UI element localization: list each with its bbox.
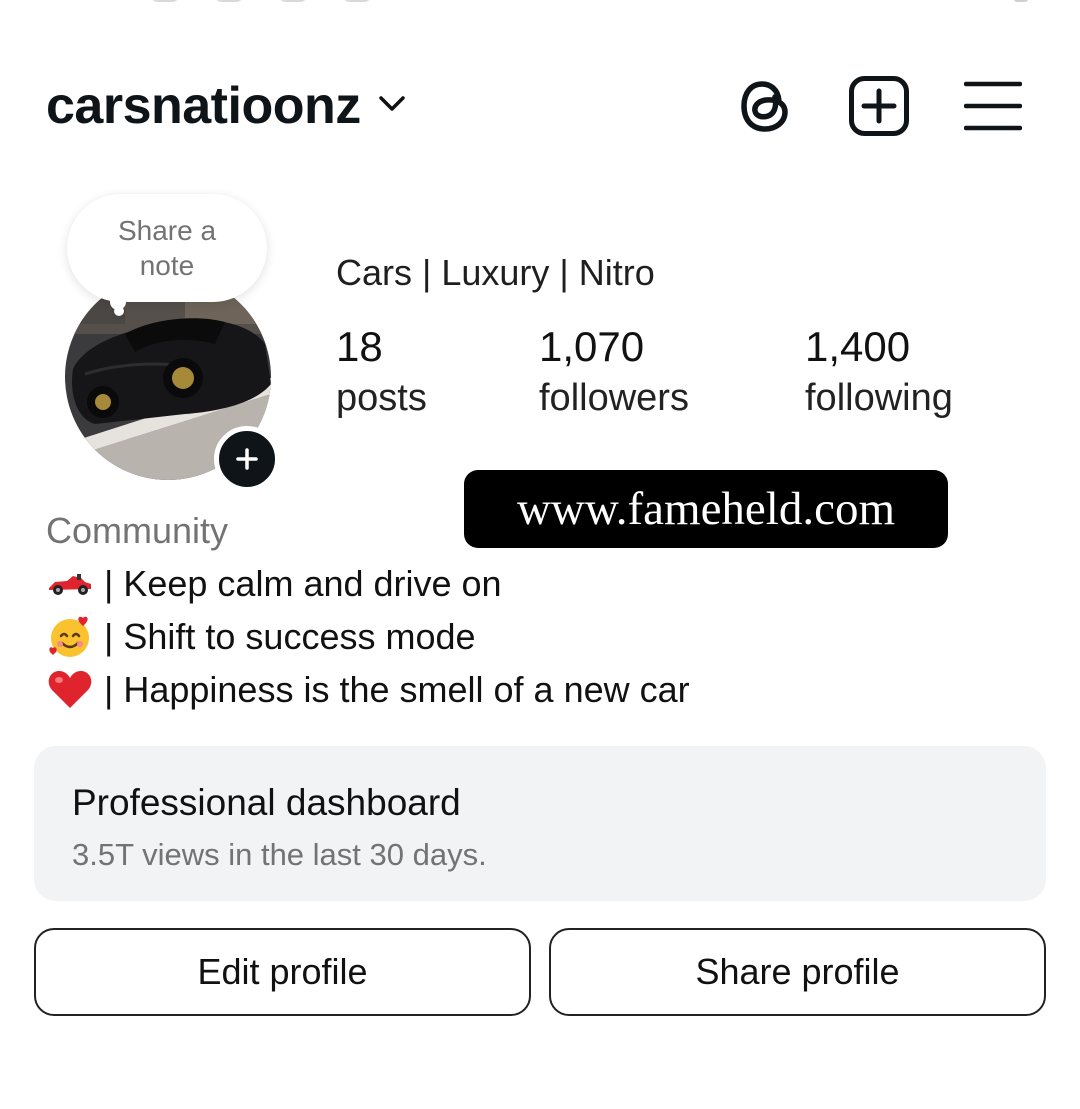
note-prompt-line: Share a bbox=[117, 215, 217, 246]
stat-value: 1,070 bbox=[539, 323, 645, 370]
profile-summary: Share a note Cars | Luxury | Nitro 18 po… bbox=[46, 190, 1020, 492]
chevron-down-icon bbox=[377, 94, 407, 119]
note-bubble-dot bbox=[114, 306, 124, 316]
professional-dashboard-card[interactable]: Professional dashboard 3.5T views in the… bbox=[34, 746, 1046, 901]
stat-label: posts bbox=[336, 377, 427, 420]
bio-text: | Keep calm and drive on bbox=[104, 563, 502, 604]
dashboard-subtitle: 3.5T views in the last 30 days. bbox=[72, 837, 487, 872]
share-note-bubble[interactable]: Share a note bbox=[67, 194, 267, 302]
posts-stat[interactable]: 18 posts bbox=[336, 323, 427, 427]
username: carsnatioonz bbox=[46, 77, 361, 135]
watermark-banner: www.fameheld.com bbox=[464, 470, 948, 548]
race-car-emoji-icon bbox=[46, 560, 94, 608]
threads-icon[interactable] bbox=[738, 75, 794, 137]
account-switcher[interactable]: carsnatioonz bbox=[46, 76, 407, 136]
status-bar bbox=[150, 0, 372, 2]
create-post-icon[interactable] bbox=[848, 75, 910, 137]
red-heart-emoji-icon bbox=[46, 666, 94, 714]
stat-value: 1,400 bbox=[805, 323, 911, 370]
status-indicator bbox=[1014, 0, 1028, 2]
profile-actions: Edit profile Share profile bbox=[34, 928, 1046, 1016]
share-profile-button[interactable]: Share profile bbox=[549, 928, 1046, 1016]
dashboard-title: Professional dashboard bbox=[72, 782, 461, 823]
plus-icon bbox=[236, 448, 258, 470]
bio-line: | Happiness is the smell of a new car bbox=[46, 663, 1020, 716]
following-stat[interactable]: 1,400 following bbox=[805, 323, 953, 427]
edit-profile-button[interactable]: Edit profile bbox=[34, 928, 531, 1016]
bio-text: | Happiness is the smell of a new car bbox=[104, 669, 690, 710]
bio-text: | Shift to success mode bbox=[104, 616, 476, 657]
bio-line: | Keep calm and drive on bbox=[46, 557, 1020, 610]
stat-label: following bbox=[805, 377, 953, 420]
smiling-hearts-emoji-icon bbox=[46, 613, 94, 661]
bio-line: | Shift to success mode bbox=[46, 610, 1020, 663]
menu-icon[interactable] bbox=[964, 80, 1022, 132]
profile-category: Cars | Luxury | Nitro bbox=[336, 252, 655, 293]
followers-stat[interactable]: 1,070 followers bbox=[539, 323, 689, 427]
add-story-button[interactable] bbox=[214, 426, 280, 492]
profile-header: carsnatioonz bbox=[46, 66, 1022, 146]
stat-label: followers bbox=[539, 377, 689, 420]
stat-value: 18 bbox=[336, 323, 383, 370]
note-prompt-line: note bbox=[139, 250, 195, 281]
